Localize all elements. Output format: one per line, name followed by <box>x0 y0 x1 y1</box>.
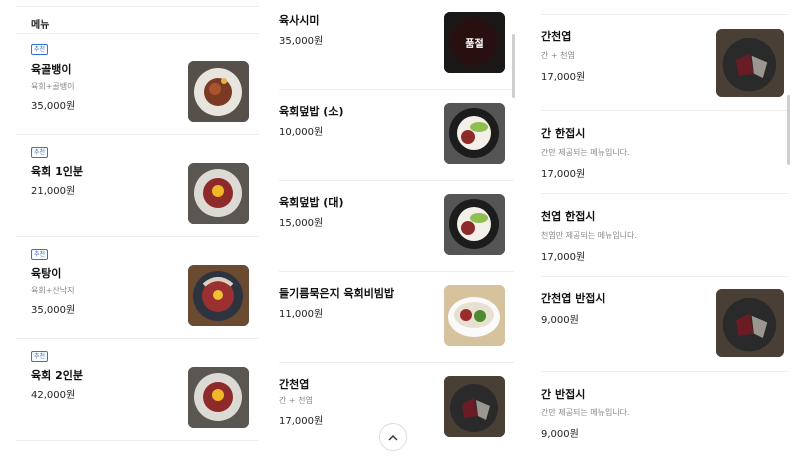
menu-item-yukhoe-1[interactable]: 추천 육회 1인분 21,000원 <box>16 137 259 237</box>
scroll-top-button[interactable] <box>379 423 407 451</box>
menu-item-photo <box>444 285 505 346</box>
recommend-badge: 추천 <box>31 147 49 158</box>
menu-item-yukhoe-deopbap-small[interactable]: 육회덮밥 (소) 10,000원 <box>279 91 514 181</box>
menu-item-price: 17,000원 <box>541 72 586 83</box>
menu-item-name: 간천엽 <box>541 30 572 43</box>
menu-header-title: 메뉴 <box>31 20 50 31</box>
menu-item-desc: 간 + 천엽 <box>541 51 575 60</box>
menu-item-name: 천엽 한접시 <box>541 210 596 223</box>
menu-item-yuksashimi[interactable]: 육사시미 35,000원 품절 <box>279 0 514 90</box>
menu-item-name: 간 반접시 <box>541 388 586 401</box>
recommend-badge: 추천 <box>31 44 49 55</box>
menu-item-photo <box>716 29 784 97</box>
chevron-up-icon <box>388 434 398 440</box>
menu-column-2: 육사시미 35,000원 품절 육회덮밥 (소) 10,000원 육회덮밥 (대… <box>279 0 515 460</box>
menu-item-photo <box>188 367 249 428</box>
menu-item-desc: 육회+산낙지 <box>31 286 75 295</box>
menu-item-price: 35,000원 <box>279 36 324 47</box>
menu-item-price: 9,000원 <box>541 315 579 326</box>
menu-item-name: 육회 2인분 <box>31 369 83 382</box>
menu-column-3: 간천엽 간 + 천엽 17,000원 간 한접시 간만 제공되는 메뉴입니다. … <box>541 0 790 460</box>
menu-item-desc: 육회+골뱅이 <box>31 82 75 91</box>
scrollbar[interactable] <box>512 34 515 98</box>
menu-item-photo <box>188 163 249 224</box>
menu-item-price: 11,000원 <box>279 309 324 320</box>
menu-item-price: 35,000원 <box>31 101 76 112</box>
menu-item-name: 육탕이 <box>31 267 62 280</box>
menu-column-1: 메뉴 추천 육골뱅이 육회+골뱅이 35,000원 추천 육회 1인분 21,0… <box>16 0 259 460</box>
menu-item-gan-banjeopsi[interactable]: 간 반접시 간만 제공되는 메뉴입니다. 9,000원 <box>541 373 789 460</box>
menu-item-price: 15,000원 <box>279 218 324 229</box>
menu-item-name: 들기름묵은지 육회비빔밥 <box>279 287 395 300</box>
menu-item-photo: 품절 <box>444 12 505 73</box>
menu-item-price: 17,000원 <box>541 169 586 180</box>
menu-item-name: 육회덮밥 (대) <box>279 196 344 209</box>
recommend-badge: 추천 <box>31 249 49 260</box>
menu-item-ganchunyeop-banjeopsi[interactable]: 간천엽 반접시 9,000원 <box>541 278 789 372</box>
menu-item-photo <box>188 61 249 122</box>
menu-item-photo <box>444 376 505 437</box>
menu-item-desc: 간만 제공되는 메뉴입니다. <box>541 148 630 157</box>
soldout-overlay: 품절 <box>444 12 505 73</box>
menu-item-yukhoe-2[interactable]: 추천 육회 2인분 42,000원 <box>16 341 259 441</box>
menu-item-desc: 천엽만 제공되는 메뉴입니다. <box>541 231 637 240</box>
menu-item-chunyeop-hanjeopsi[interactable]: 천엽 한접시 천엽만 제공되는 메뉴입니다. 17,000원 <box>541 195 789 277</box>
menu-item-yukgolbaengi[interactable]: 추천 육골뱅이 육회+골뱅이 35,000원 <box>16 35 259 135</box>
menu-item-price: 17,000원 <box>279 416 324 427</box>
menu-item-photo <box>188 265 249 326</box>
scrollbar[interactable] <box>787 95 790 165</box>
menu-item-name: 간천엽 반접시 <box>541 292 606 305</box>
menu-item-name: 육사시미 <box>279 14 320 27</box>
menu-item-yuktangi[interactable]: 추천 육탕이 육회+산낙지 35,000원 <box>16 239 259 339</box>
menu-item-name: 육회덮밥 (소) <box>279 105 344 118</box>
menu-item-photo <box>444 194 505 255</box>
menu-item-price: 21,000원 <box>31 186 76 197</box>
menu-item-name: 간 한접시 <box>541 127 586 140</box>
menu-item-ganchunyeop[interactable]: 간천엽 간 + 천엽 17,000원 <box>541 14 789 111</box>
menu-item-price: 42,000원 <box>31 390 76 401</box>
menu-item-price: 35,000원 <box>31 305 76 316</box>
menu-item-bibimbap[interactable]: 들기름묵은지 육회비빔밥 11,000원 <box>279 273 514 363</box>
menu-item-name: 육골뱅이 <box>31 63 72 76</box>
menu-item-price: 17,000원 <box>541 252 586 263</box>
menu-item-price: 10,000원 <box>279 127 324 138</box>
menu-item-photo <box>444 103 505 164</box>
menu-item-yukhoe-deopbap-large[interactable]: 육회덮밥 (대) 15,000원 <box>279 182 514 272</box>
menu-header: 메뉴 <box>16 6 259 34</box>
menu-item-desc: 간만 제공되는 메뉴입니다. <box>541 408 630 417</box>
menu-item-photo <box>716 289 784 357</box>
menu-item-price: 9,000원 <box>541 429 579 440</box>
menu-item-desc: 간 + 천엽 <box>279 396 313 405</box>
menu-item-name: 간천엽 <box>279 378 310 391</box>
recommend-badge: 추천 <box>31 351 49 362</box>
menu-item-gan-hanjeopsi[interactable]: 간 한접시 간만 제공되는 메뉴입니다. 17,000원 <box>541 112 789 194</box>
menu-item-name: 육회 1인분 <box>31 165 83 178</box>
